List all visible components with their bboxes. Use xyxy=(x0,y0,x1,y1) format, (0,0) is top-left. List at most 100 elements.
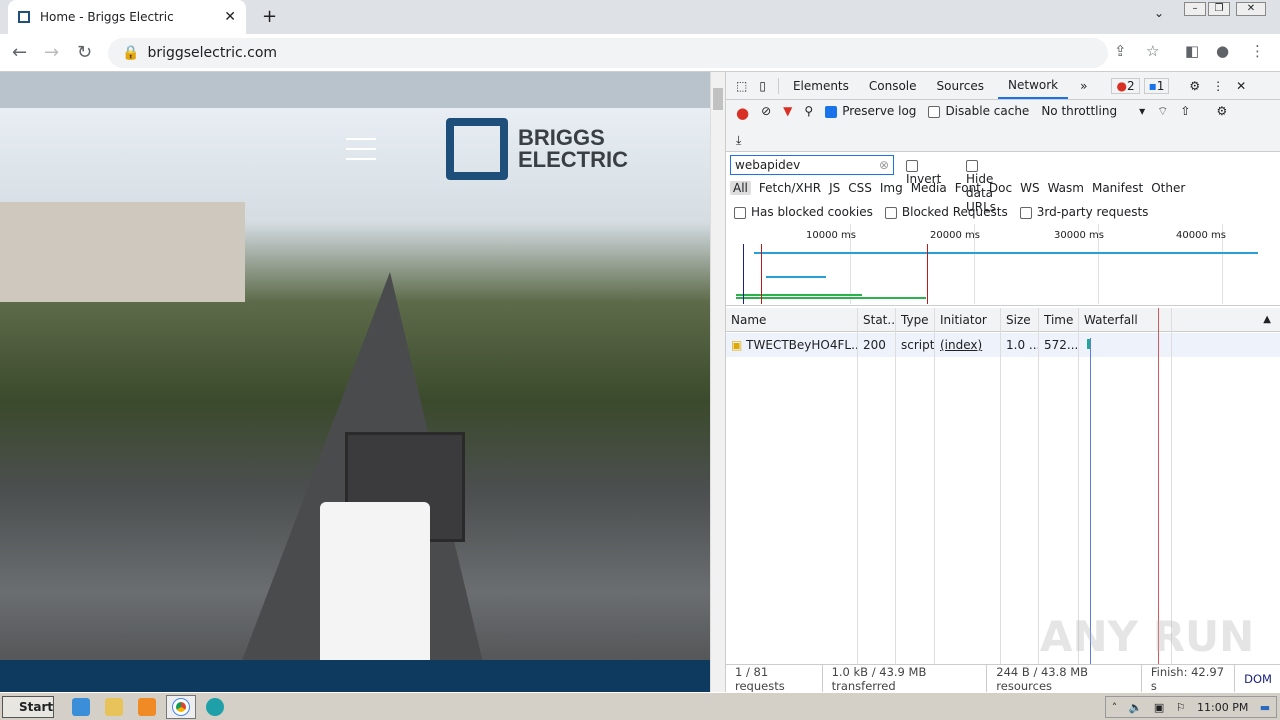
explorer-icon[interactable] xyxy=(105,698,123,716)
col-initiator[interactable]: Initiator xyxy=(935,308,1001,332)
restore-button[interactable]: ❐ xyxy=(1208,2,1230,16)
ie-icon[interactable] xyxy=(72,698,90,716)
filter-font[interactable]: Font xyxy=(955,181,981,195)
col-time[interactable]: Time xyxy=(1039,308,1079,332)
clear-icon[interactable]: ⊘ xyxy=(761,104,771,118)
export-har-icon[interactable]: ⤓ xyxy=(736,133,741,148)
preserve-log-checkbox[interactable]: Preserve log xyxy=(825,104,916,118)
minimize-button[interactable]: – xyxy=(1184,2,1206,16)
request-type: script xyxy=(896,333,935,357)
close-devtools-icon[interactable]: ✕ xyxy=(1236,79,1246,93)
import-har-icon[interactable]: ⇧ xyxy=(1180,104,1190,118)
filter-css[interactable]: CSS xyxy=(848,181,872,195)
filter-media[interactable]: Media xyxy=(911,181,947,195)
side-panel-icon[interactable]: ◧ xyxy=(1185,42,1199,60)
overview-bar xyxy=(736,297,926,299)
tab-bar: Home - Briggs Electric ✕ + ⌄ – ❐ ✕ xyxy=(0,0,1280,34)
tab-elements[interactable]: Elements xyxy=(793,79,849,93)
network-conditions-icon[interactable]: ⌔ xyxy=(1157,104,1168,119)
forward-icon[interactable]: → xyxy=(44,42,59,63)
col-type[interactable]: Type xyxy=(896,308,935,332)
menu-icon[interactable]: ⋮ xyxy=(1250,42,1265,60)
reload-icon[interactable]: ↻ xyxy=(77,42,92,63)
tab-search-icon[interactable]: ⌄ xyxy=(1154,6,1164,20)
search-icon[interactable]: ⚲ xyxy=(804,104,813,118)
new-tab-button[interactable]: + xyxy=(262,6,277,27)
filter-input[interactable]: webapidev ⊗ xyxy=(730,155,894,175)
filter-doc[interactable]: Doc xyxy=(989,181,1012,195)
request-count: 1 / 81 requests xyxy=(726,664,823,693)
col-size[interactable]: Size xyxy=(1001,308,1039,332)
tab-network[interactable]: Network xyxy=(998,72,1069,99)
blocked-cookies-checkbox[interactable]: Has blocked cookies xyxy=(734,205,873,219)
network-settings-icon[interactable]: ⚙ xyxy=(1216,104,1227,118)
filter-img[interactable]: Img xyxy=(880,181,903,195)
media-player-icon[interactable] xyxy=(138,698,156,716)
network-status-bar: 1 / 81 requests 1.0 kB / 43.9 MB transfe… xyxy=(726,664,1280,693)
overview-bar xyxy=(754,252,1258,254)
filter-ws[interactable]: WS xyxy=(1020,181,1039,195)
show-hidden-icons[interactable]: ˄ xyxy=(1112,701,1118,714)
disable-cache-checkbox[interactable]: Disable cache xyxy=(928,104,1029,118)
tab-sources[interactable]: Sources xyxy=(937,79,984,93)
tick-label: 10000 ms xyxy=(806,230,856,241)
logo-mark-icon xyxy=(446,118,508,180)
start-button[interactable]: Start xyxy=(2,696,54,718)
show-desktop-icon[interactable]: ▬ xyxy=(1260,701,1270,714)
request-initiator-link[interactable]: (index) xyxy=(935,333,1001,357)
load-line xyxy=(761,244,762,304)
taskbar: Start ˄ 🔈 ▣ ⚐ 11:00 PM ▬ xyxy=(0,692,1280,720)
errors-badge[interactable]: ●2 xyxy=(1111,77,1140,94)
filter-other[interactable]: Other xyxy=(1151,181,1185,195)
profile-icon[interactable]: ● xyxy=(1216,42,1229,60)
more-options-icon[interactable]: ⋮ xyxy=(1212,79,1224,93)
building-image xyxy=(0,202,245,302)
url-input[interactable]: 🔒 briggselectric.com xyxy=(108,38,1108,68)
finish-time: Finish: 42.97 s xyxy=(1142,664,1236,693)
close-tab-icon[interactable]: ✕ xyxy=(224,9,236,25)
request-status: 200 xyxy=(858,333,896,357)
col-name[interactable]: Name xyxy=(726,308,858,332)
tick-label: 30000 ms xyxy=(1054,230,1104,241)
close-window-button[interactable]: ✕ xyxy=(1236,2,1266,16)
clock[interactable]: 11:00 PM xyxy=(1197,701,1248,714)
record-icon[interactable]: ● xyxy=(736,104,749,122)
filter-all[interactable]: All xyxy=(730,181,751,195)
filter-manifest[interactable]: Manifest xyxy=(1092,181,1143,195)
back-icon[interactable]: ← xyxy=(12,42,27,63)
inspect-icon[interactable]: ⬚ xyxy=(736,79,747,93)
chrome-taskbar-button[interactable] xyxy=(166,695,196,719)
network-overview[interactable]: 10000 ms 20000 ms 30000 ms 40000 ms xyxy=(726,224,1280,306)
edge-icon[interactable] xyxy=(206,698,224,716)
messages-badge[interactable]: ▪1 xyxy=(1143,77,1170,94)
volume-icon[interactable]: 🔈 xyxy=(1129,701,1143,714)
third-party-checkbox[interactable]: 3rd-party requests xyxy=(1019,205,1148,219)
network-icon[interactable]: ▣ xyxy=(1154,701,1164,714)
filter-wasm[interactable]: Wasm xyxy=(1048,181,1084,195)
footer-band xyxy=(0,660,710,692)
browser-tab[interactable]: Home - Briggs Electric ✕ xyxy=(8,0,246,34)
tab-console[interactable]: Console xyxy=(869,79,917,93)
more-tabs-icon[interactable]: » xyxy=(1080,79,1087,93)
col-waterfall[interactable]: Waterfall ▲ xyxy=(1079,308,1280,332)
request-time: 572... xyxy=(1039,333,1079,357)
settings-icon[interactable]: ⚙ xyxy=(1189,79,1200,93)
device-toggle-icon[interactable]: ▯ xyxy=(759,79,766,93)
throttling-select[interactable]: No throttling ▾ xyxy=(1041,104,1145,118)
request-name[interactable]: ▣ TWECTBeyHO4FL... xyxy=(726,333,858,357)
clear-filter-icon[interactable]: ⊗ xyxy=(879,158,889,172)
tick-label: 40000 ms xyxy=(1176,230,1226,241)
page-scrollbar[interactable] xyxy=(710,72,725,692)
filter-fetch-xhr[interactable]: Fetch/XHR xyxy=(759,181,821,195)
flag-icon[interactable]: ⚐ xyxy=(1176,701,1186,714)
col-status[interactable]: Stat... xyxy=(858,308,896,332)
hamburger-menu-icon[interactable] xyxy=(346,138,376,168)
anyrun-watermark: ANY RUN xyxy=(1040,612,1255,661)
filter-js[interactable]: JS xyxy=(829,181,840,195)
url-text: briggselectric.com xyxy=(147,45,278,61)
share-icon[interactable]: ⇪ xyxy=(1114,42,1127,60)
blocked-requests-checkbox[interactable]: Blocked Requests xyxy=(884,205,1008,219)
filter-icon[interactable]: ▼ xyxy=(783,104,792,118)
briggs-logo[interactable]: BRIGGS ELECTRIC xyxy=(446,118,628,180)
bookmark-star-icon[interactable]: ☆ xyxy=(1146,42,1159,60)
